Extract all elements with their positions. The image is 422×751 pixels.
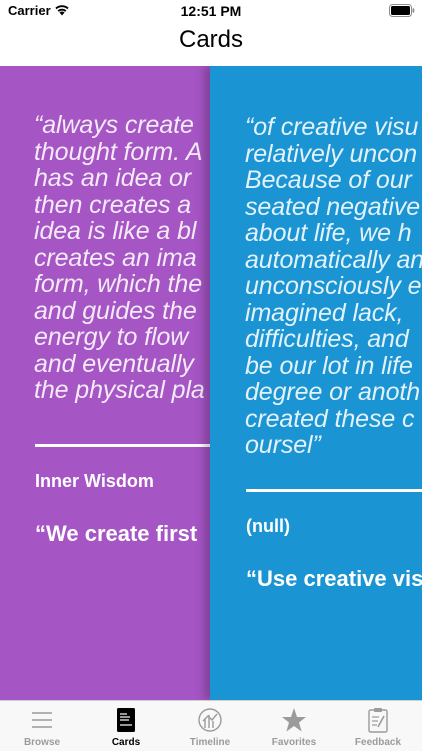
timeline-chart-icon [198,708,222,732]
card-quote-line: degree or anoth [245,378,421,406]
card-quote-line: relatively uncon [245,139,418,168]
card-quote-line: “of creative visu [245,113,419,141]
tab-label: Feedback [354,737,402,748]
card-quote-line: oursel” [245,431,321,459]
battery-icon [389,4,415,17]
card-quote-line: idea is like a bl [34,217,197,245]
card-quote: “always create thought form. Ahas an idea… [34,112,205,404]
page-title: Cards [178,26,244,53]
card-quote-line: thought form. A [34,137,203,166]
status-bar: Carrier 12:51 PM [0,0,422,22]
tab-label: Browse [23,737,61,748]
tab-cards[interactable]: Cards [84,701,168,751]
card-quote-line: has an idea or [34,164,192,192]
tab-label: Timeline [189,737,231,748]
card-quote-line: be our lot in life [245,351,413,380]
card-subtitle: “Use creative vis [246,566,422,591]
card-creative-visualization[interactable]: “of creative visu relatively uncon Because… [210,66,422,700]
card-quote: “of creative visu relatively uncon Because… [245,114,422,459]
clipboard-icon [368,708,388,733]
card-title: Inner Wisdom [35,471,154,491]
card-icon [117,708,135,732]
card-quote-line: “always create [34,111,194,139]
status-time: 12:51 PM [180,3,242,19]
card-divider [35,444,212,447]
card-quote-line: Because of our [245,166,412,194]
card-quote-line: and guides the [34,296,197,325]
card-quote-line: difficulties, and [245,325,409,353]
tab-favorites[interactable]: Favorites [252,701,336,751]
card-title: (null) [246,516,290,536]
card-quote-line: the physical pla [34,376,205,404]
card-quote-line: then creates a [34,190,192,219]
card-quote-line: created these c [245,404,415,433]
cards-carousel[interactable]: “always create thought form. Ahas an idea… [0,66,422,700]
tab-feedback[interactable]: Feedback [336,701,420,751]
card-quote-line: seated negative [245,192,421,221]
tab-browse[interactable]: Browse [0,701,84,751]
card-quote-line: creates an ima [34,243,197,272]
card-quote-line: automatically an [245,245,422,274]
tab-bar: Browse Cards Timeline Favorites Feedback [0,700,422,751]
menu-lines-icon [32,712,52,728]
card-subtitle: “We create first [35,521,198,546]
card-quote-line: about life, we h [245,219,412,247]
card-quote-line: energy to flow [34,323,189,351]
star-icon [282,708,306,732]
tab-label: Favorites [271,737,317,748]
card-divider [246,489,422,492]
card-quote-line: unconsciously e [245,272,422,300]
tab-timeline[interactable]: Timeline [168,701,252,751]
tab-label: Cards [111,737,141,748]
card-quote-line: and eventually [34,349,194,378]
card-quote-line: form, which the [34,270,203,298]
card-inner-wisdom[interactable]: “always create thought form. Ahas an idea… [0,66,212,700]
card-quote-line: imagined lack, [245,298,404,327]
